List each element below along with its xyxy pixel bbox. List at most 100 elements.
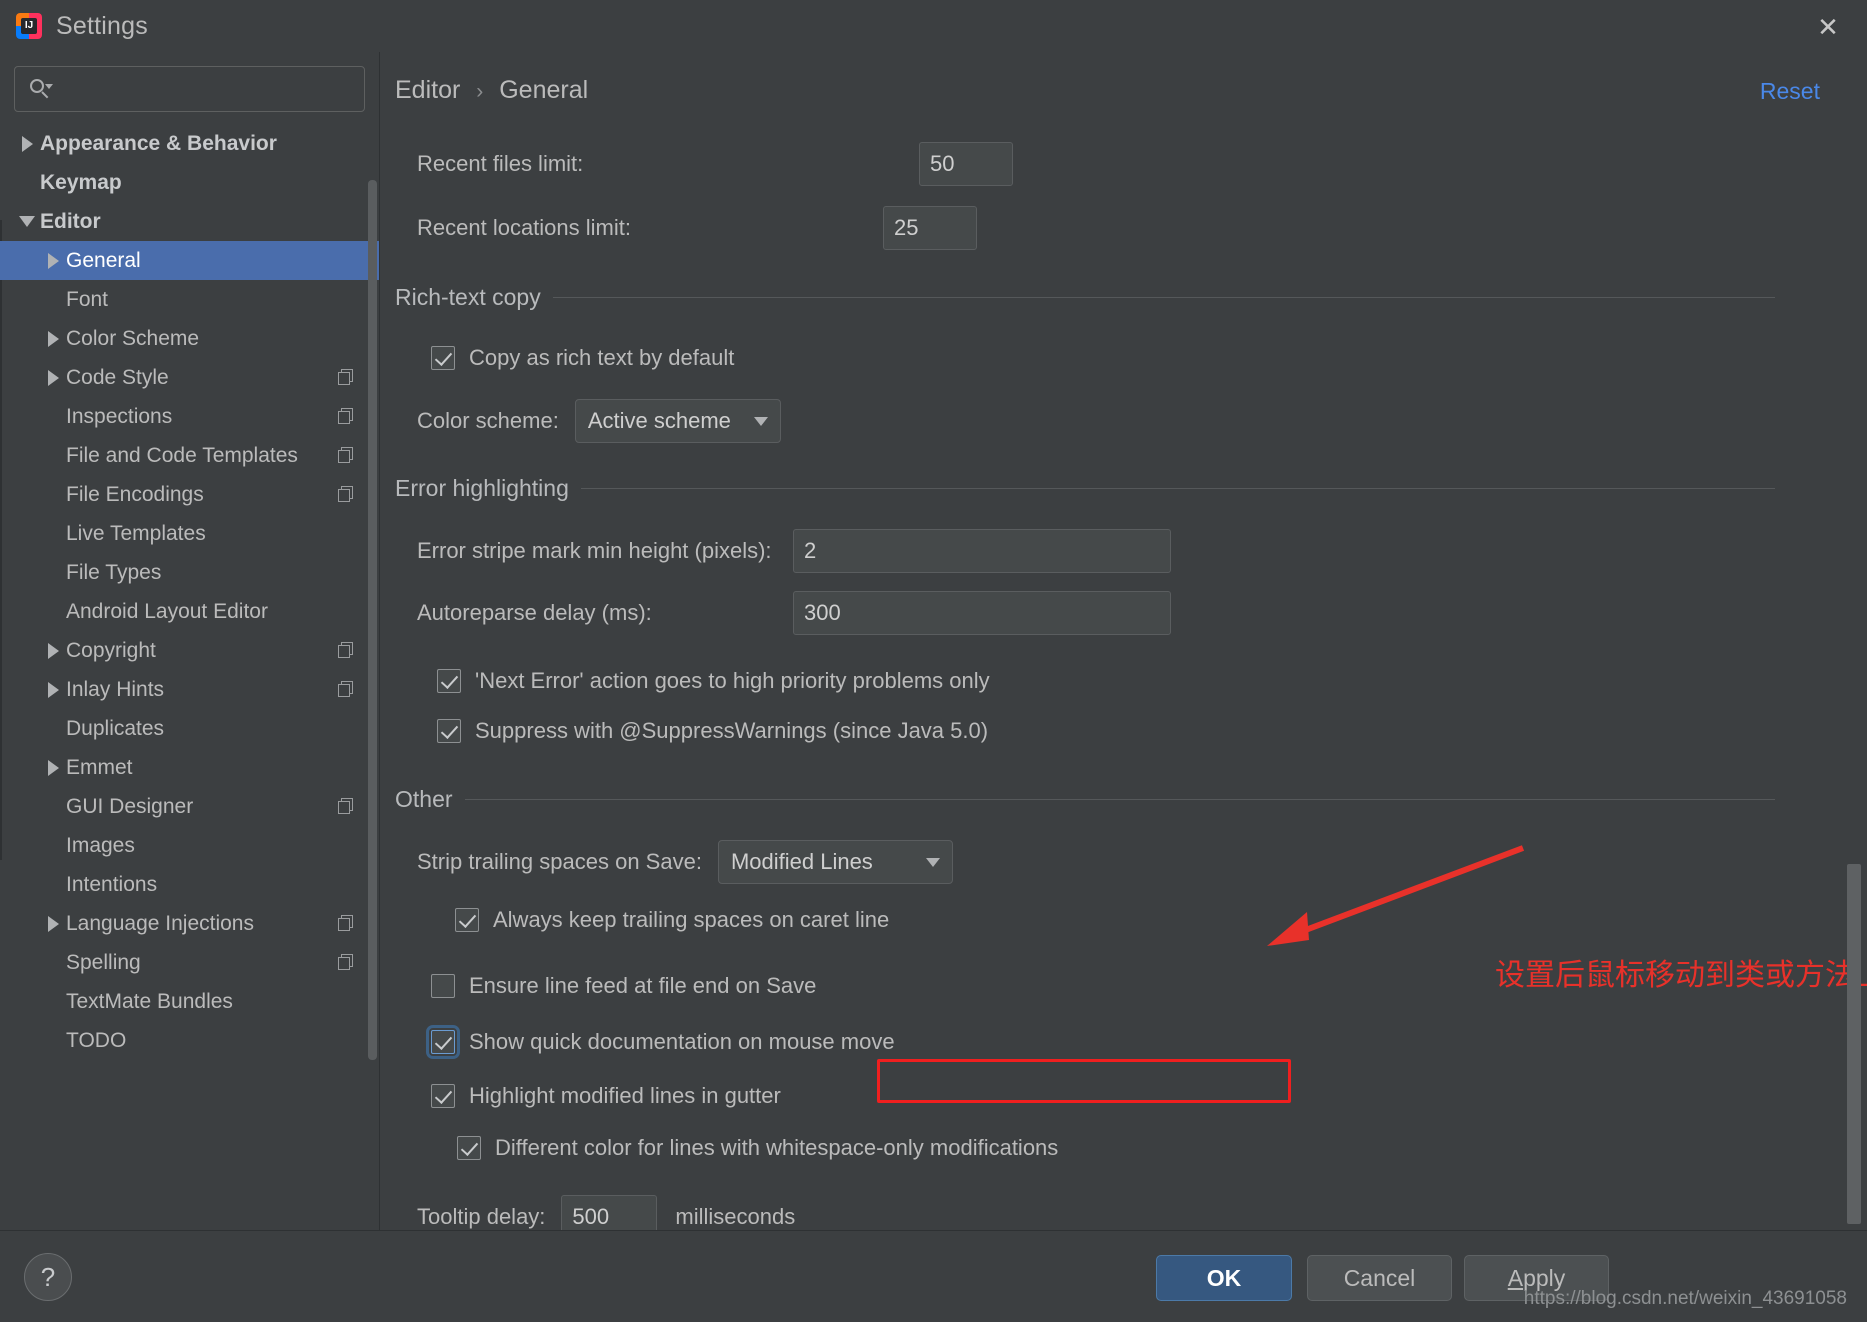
row-keep-caret-spaces[interactable]: Always keep trailing spaces on caret lin… xyxy=(455,895,1867,945)
sidebar-item-label: TextMate Bundles xyxy=(66,989,233,1013)
recent-files-limit-input[interactable]: 50 xyxy=(919,142,1013,186)
settings-form: Recent files limit: 50 Recent locations … xyxy=(381,132,1867,1230)
tooltip-delay-input[interactable]: 500 xyxy=(561,1195,658,1230)
copy-settings-icon[interactable] xyxy=(338,486,355,503)
logo-letters: IJ xyxy=(21,18,37,34)
settings-dialog: IJ Settings ✕ Appearance & Behavior Keyma… xyxy=(0,0,1867,1322)
suppress-warnings-checkbox[interactable] xyxy=(437,719,461,743)
breadcrumb-separator: › xyxy=(476,80,484,103)
help-icon[interactable]: ? xyxy=(24,1253,72,1301)
sidebar-item-language-injections[interactable]: Language Injections xyxy=(0,904,379,943)
sidebar-item-code-style[interactable]: Code Style xyxy=(0,358,379,397)
sidebar-item-android-layout-editor[interactable]: Android Layout Editor xyxy=(0,592,379,631)
chevron-right-icon[interactable] xyxy=(14,135,40,152)
next-error-checkbox[interactable] xyxy=(437,669,461,693)
error-highlighting-header: Error highlighting xyxy=(381,475,1867,502)
copy-settings-icon[interactable] xyxy=(338,642,355,659)
chevron-right-icon[interactable] xyxy=(40,915,66,932)
sidebar-item-color-scheme[interactable]: Color Scheme xyxy=(0,319,379,358)
chevron-right-glyph xyxy=(47,330,59,347)
sidebar-item-gui-designer[interactable]: GUI Designer xyxy=(0,787,379,826)
copy-settings-icon[interactable] xyxy=(338,915,355,932)
breadcrumb-parent[interactable]: Editor xyxy=(395,76,460,104)
copy-settings-icon[interactable] xyxy=(338,954,355,971)
sidebar-item-label: File Encodings xyxy=(66,482,204,506)
sidebar-item-duplicates[interactable]: Duplicates xyxy=(0,709,379,748)
color-scheme-dropdown[interactable]: Active scheme xyxy=(574,399,781,443)
sidebar-item-keymap[interactable]: Keymap xyxy=(0,163,379,202)
ensure-line-feed-checkbox[interactable] xyxy=(431,974,455,998)
row-copy-as-rich-text[interactable]: Copy as rich text by default xyxy=(431,333,1867,383)
sidebar-item-textmate-bundles[interactable]: TextMate Bundles xyxy=(0,982,379,1021)
search-box[interactable] xyxy=(14,66,365,112)
sidebar-item-label: General xyxy=(66,248,141,272)
chevron-right-glyph xyxy=(47,252,59,269)
sidebar-item-appearance-behavior[interactable]: Appearance & Behavior xyxy=(0,124,379,163)
sidebar-item-editor[interactable]: Editor xyxy=(0,202,379,241)
search-input[interactable] xyxy=(51,78,354,100)
chevron-down-icon xyxy=(925,857,940,867)
sidebar-item-todo[interactable]: TODO xyxy=(0,1021,379,1060)
ok-button[interactable]: OK xyxy=(1156,1255,1292,1301)
chevron-right-icon[interactable] xyxy=(40,642,66,659)
sidebar-item-spelling[interactable]: Spelling xyxy=(0,943,379,982)
settings-tree: Appearance & Behavior Keymap Editor General… xyxy=(0,124,379,1060)
show-quick-doc-checkbox[interactable] xyxy=(426,1025,460,1059)
copy-settings-icon[interactable] xyxy=(338,798,355,815)
row-strip-trailing-spaces: Strip trailing spaces on Save: Modified … xyxy=(417,833,1867,891)
sidebar-item-inspections[interactable]: Inspections xyxy=(0,397,379,436)
chevron-right-icon[interactable] xyxy=(40,681,66,698)
sidebar-item-inlay-hints[interactable]: Inlay Hints xyxy=(0,670,379,709)
cancel-button[interactable]: Cancel xyxy=(1307,1255,1452,1301)
row-highlight-modified-lines[interactable]: Highlight modified lines in gutter xyxy=(431,1071,1867,1121)
copy-settings-icon[interactable] xyxy=(338,369,355,386)
copy-settings-icon[interactable] xyxy=(338,681,355,698)
highlight-modified-lines-checkbox[interactable] xyxy=(431,1084,455,1108)
sidebar-item-label: Emmet xyxy=(66,755,133,779)
chevron-right-icon[interactable] xyxy=(40,330,66,347)
main-panel-scrollbar[interactable] xyxy=(1847,864,1861,1224)
chevron-right-icon[interactable] xyxy=(40,252,66,269)
settings-sidebar: Appearance & Behavior Keymap Editor General… xyxy=(0,52,380,1230)
chevron-right-icon[interactable] xyxy=(40,759,66,776)
error-highlighting-title: Error highlighting xyxy=(395,475,569,501)
keep-caret-spaces-checkbox[interactable] xyxy=(455,908,479,932)
error-stripe-min-height-input[interactable]: 2 xyxy=(793,529,1171,573)
row-error-stripe-min-height: Error stripe mark min height (pixels): 2 xyxy=(381,524,1867,578)
close-icon[interactable]: ✕ xyxy=(1811,10,1845,44)
sidebar-item-emmet[interactable]: Emmet xyxy=(0,748,379,787)
sidebar-item-file-types[interactable]: File Types xyxy=(0,553,379,592)
sidebar-item-file-and-code-templates[interactable]: File and Code Templates xyxy=(0,436,379,475)
next-error-label: 'Next Error' action goes to high priorit… xyxy=(475,668,990,693)
sidebar-item-label: GUI Designer xyxy=(66,794,194,818)
row-different-color-whitespace[interactable]: Different color for lines with whitespac… xyxy=(457,1123,1867,1173)
row-suppress-warnings[interactable]: Suppress with @SuppressWarnings (since J… xyxy=(437,706,1867,756)
row-recent-files-limit: Recent files limit: 50 xyxy=(381,132,1867,196)
sidebar-item-images[interactable]: Images xyxy=(0,826,379,865)
autoreparse-delay-label: Autoreparse delay (ms): xyxy=(417,600,652,625)
search-icon xyxy=(29,78,53,100)
sidebar-item-label: Copyright xyxy=(66,638,156,662)
sidebar-item-label: Keymap xyxy=(40,170,122,194)
sidebar-item-file-encodings[interactable]: File Encodings xyxy=(0,475,379,514)
different-color-whitespace-checkbox[interactable] xyxy=(457,1136,481,1160)
reset-link[interactable]: Reset xyxy=(1760,78,1820,105)
recent-locations-limit-input[interactable]: 25 xyxy=(883,206,977,250)
row-show-quick-doc[interactable]: Show quick documentation on mouse move xyxy=(426,1017,1867,1067)
sidebar-item-general[interactable]: General xyxy=(0,241,379,280)
autoreparse-delay-input[interactable]: 300 xyxy=(793,591,1171,635)
sidebar-item-font[interactable]: Font xyxy=(0,280,379,319)
sidebar-scrollbar[interactable] xyxy=(368,180,377,1060)
sidebar-item-intentions[interactable]: Intentions xyxy=(0,865,379,904)
strip-trailing-spaces-dropdown[interactable]: Modified Lines xyxy=(717,840,953,884)
copy-settings-icon[interactable] xyxy=(338,408,355,425)
sidebar-item-label: Appearance & Behavior xyxy=(40,131,277,155)
sidebar-item-live-templates[interactable]: Live Templates xyxy=(0,514,379,553)
copy-settings-icon[interactable] xyxy=(338,447,355,464)
chevron-right-icon[interactable] xyxy=(40,369,66,386)
sidebar-item-copyright[interactable]: Copyright xyxy=(0,631,379,670)
row-next-error[interactable]: 'Next Error' action goes to high priorit… xyxy=(437,656,1867,706)
recent-files-limit-label: Recent files limit: xyxy=(417,151,584,176)
chevron-down-icon[interactable] xyxy=(14,216,40,227)
copy-as-rich-text-checkbox[interactable] xyxy=(431,346,455,370)
